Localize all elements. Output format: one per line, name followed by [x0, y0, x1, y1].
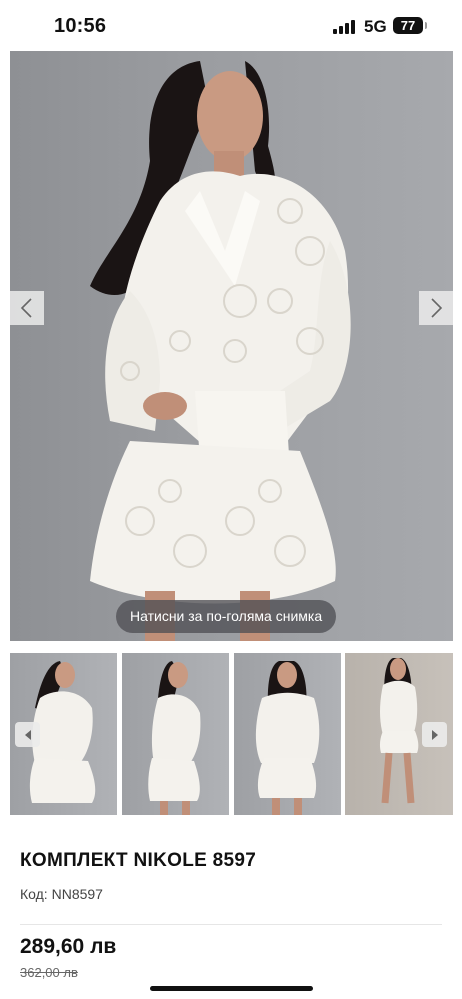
thumbnail-2[interactable]	[122, 653, 229, 815]
zoom-hint[interactable]: Натисни за по-голяма снимка	[116, 600, 337, 633]
model-photo	[90, 61, 351, 641]
home-indicator[interactable]	[150, 986, 313, 991]
thumbnail-strip	[10, 653, 453, 815]
gallery-next-button[interactable]	[419, 291, 453, 325]
product-title: КОМПЛЕКТ NIKOLE 8597	[20, 850, 257, 871]
network-type: 5G	[364, 17, 387, 36]
thumbnail-next-button[interactable]	[422, 722, 447, 747]
signal-icon	[333, 20, 355, 34]
thumbnail-3[interactable]	[234, 653, 341, 815]
product-code-value: NN8597	[51, 886, 103, 902]
product-main-image[interactable]: Натисни за по-голяма снимка	[10, 51, 453, 641]
gallery-prev-button[interactable]	[10, 291, 44, 325]
chevron-right-icon	[431, 298, 443, 318]
product-old-price: 362,00 лв	[20, 965, 78, 980]
divider	[20, 924, 442, 925]
thumbnail-prev-button[interactable]	[15, 722, 40, 747]
battery-icon: 77	[393, 17, 423, 34]
product-code: Код: NN8597	[20, 886, 103, 902]
battery-tip	[425, 22, 427, 29]
status-time: 10:56	[54, 15, 107, 37]
chevron-right-icon	[431, 729, 438, 740]
product-price: 289,60 лв	[20, 935, 117, 958]
chevron-left-icon	[24, 729, 31, 740]
chevron-left-icon	[20, 298, 32, 318]
product-code-label: Код:	[20, 886, 48, 902]
status-bar: 10:56 5G 77	[0, 0, 462, 52]
